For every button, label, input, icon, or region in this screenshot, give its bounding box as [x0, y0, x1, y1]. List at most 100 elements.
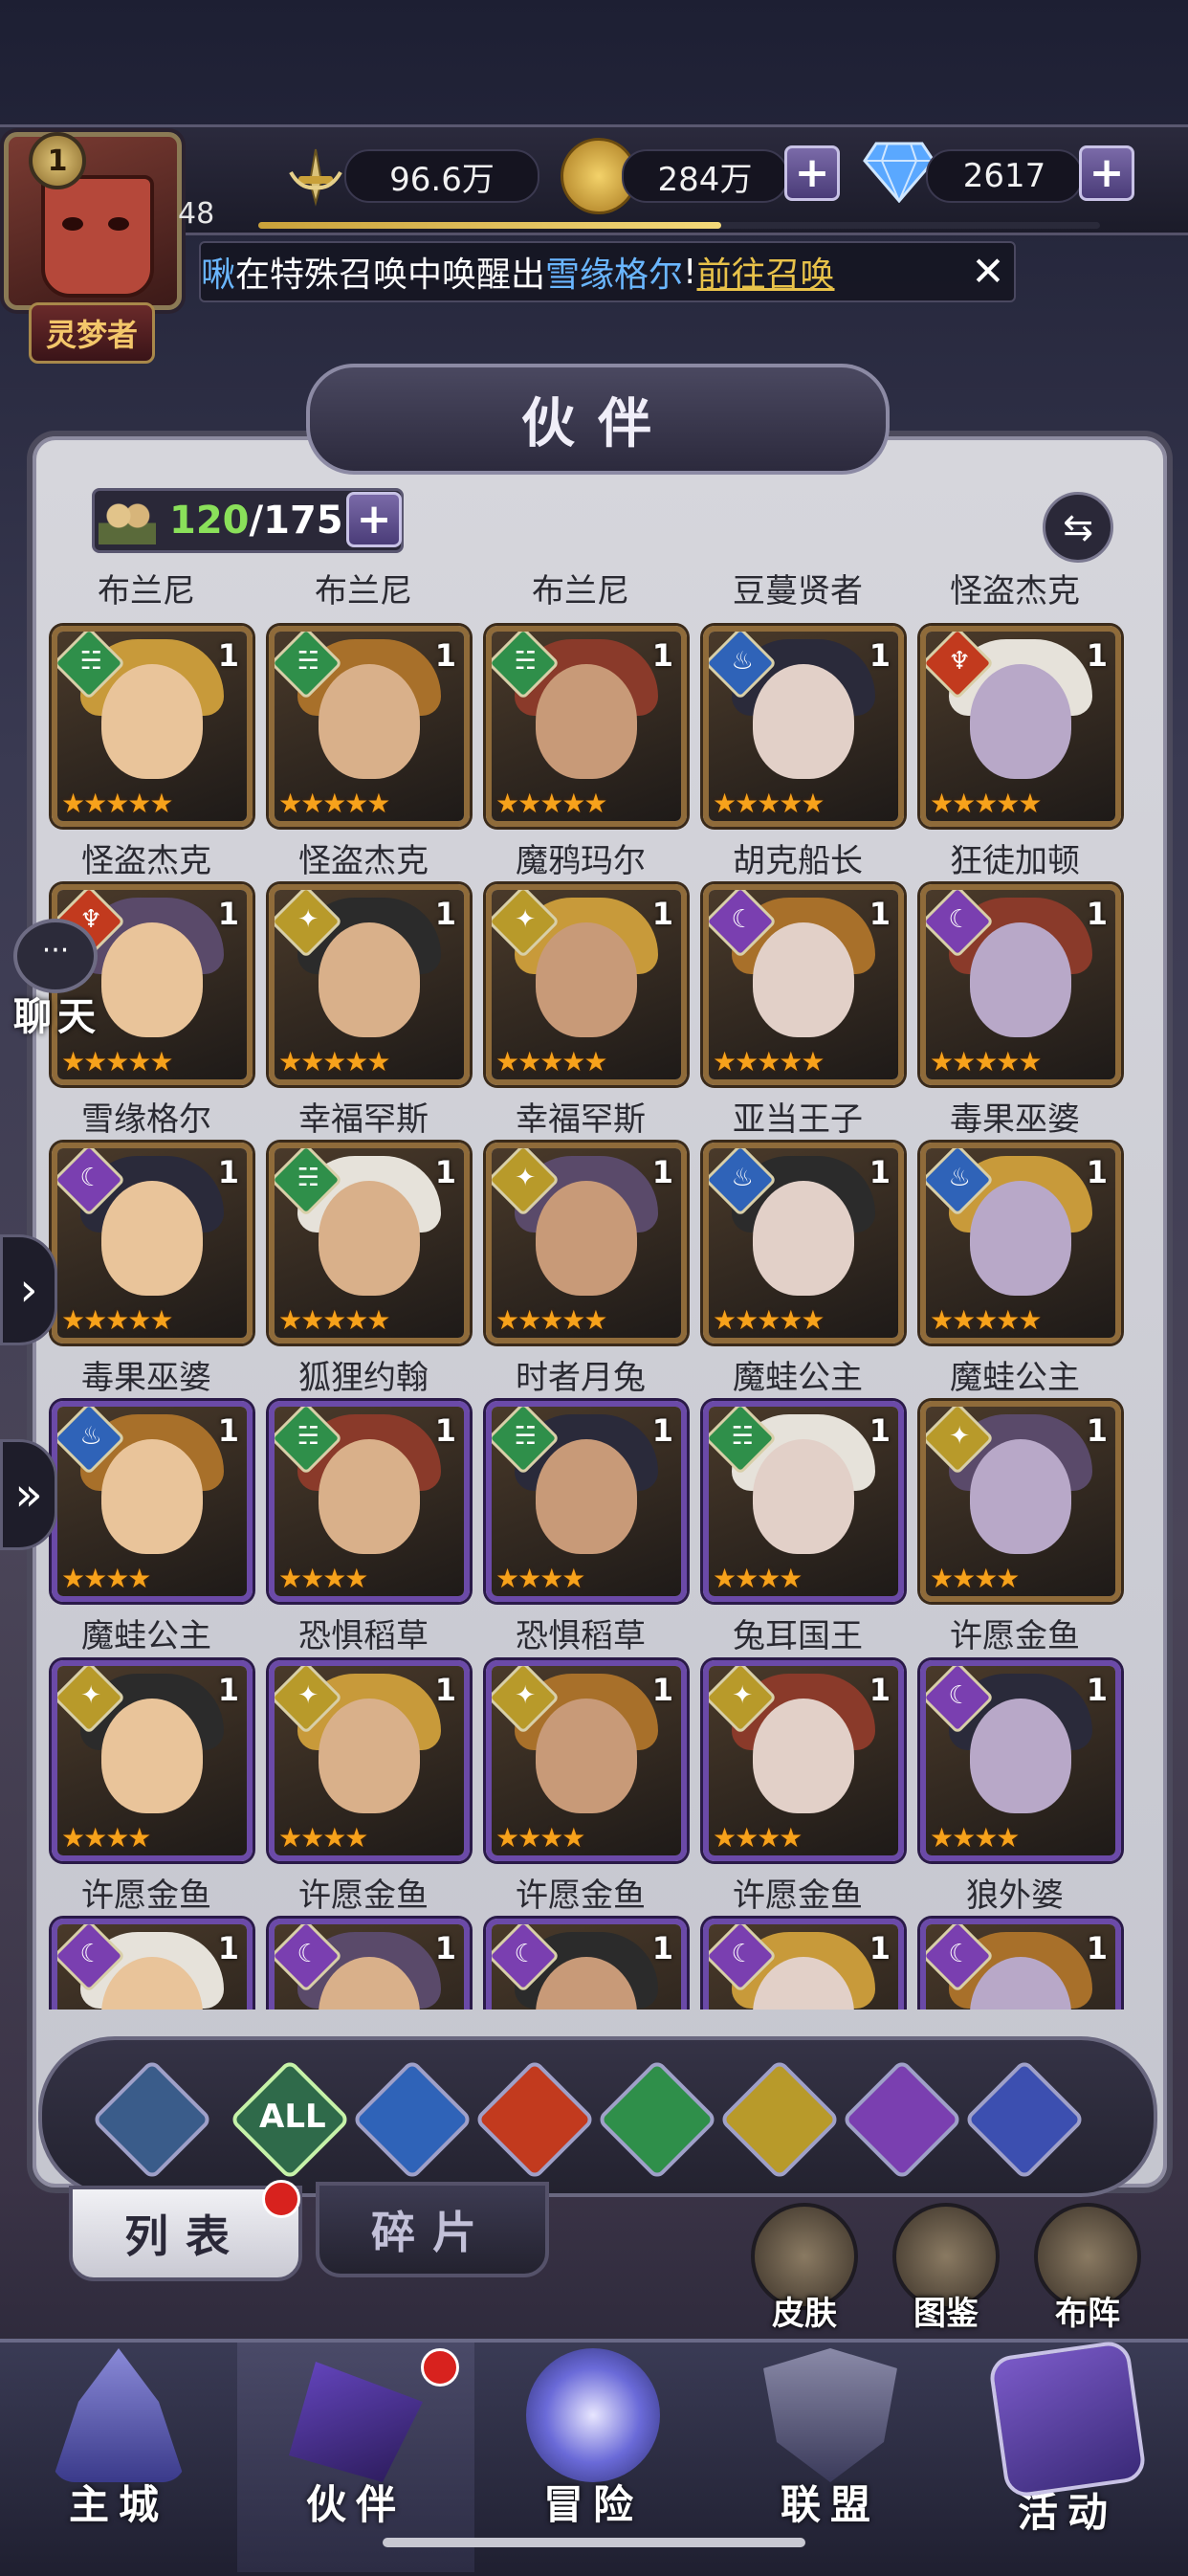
partner-portrait-frame[interactable]: ♨ 1 ★★★★★	[920, 1143, 1121, 1344]
partner-level: 1	[1086, 1929, 1108, 1966]
partner-portrait-frame[interactable]: ✦ 1 ★★★★	[52, 1659, 253, 1861]
partner-portrait-frame[interactable]: ☵ 1 ★★★★	[703, 1401, 904, 1603]
player-title-plaque[interactable]: 灵梦者	[29, 302, 155, 364]
expand-arrow-icon[interactable]: ›	[0, 1234, 57, 1345]
partner-card[interactable]: ☾ 1 ★★★★★ 亚当王子	[697, 884, 904, 1140]
skins-button[interactable]: 皮肤	[744, 2203, 865, 2334]
partner-level: 1	[869, 1154, 891, 1191]
formation-button[interactable]: 布阵	[1027, 2203, 1148, 2334]
partner-stars: ★★★★	[495, 1821, 585, 1854]
partner-card[interactable]: ☾ 1 ★★★★★ 毒果巫婆	[46, 1143, 253, 1398]
partner-card[interactable]: ☾ 1	[480, 1918, 687, 2010]
codex-label: 图鉴	[913, 2295, 979, 2333]
partner-portrait-frame[interactable]: ✦ 1 ★★★★	[920, 1401, 1121, 1603]
partner-card[interactable]: ✦ 1 ★★★★★ 幸福罕斯	[480, 884, 687, 1140]
partner-name-partial: 怪盗杰克	[950, 572, 1080, 611]
partner-card[interactable]: ☾ 1 ★★★★★ 毒果巫婆	[914, 884, 1121, 1140]
partner-stars: ★★★★★	[495, 1046, 608, 1078]
partner-card[interactable]: ☵ 1 ★★★★★ 魔鸦玛尔	[480, 626, 687, 881]
partner-card[interactable]: ☵ 1 ★★★★ 兔耳国王	[697, 1401, 904, 1656]
partner-card[interactable]: ☵ 1 ★★★★ 恐惧稻草	[480, 1401, 687, 1656]
partner-portrait-frame[interactable]: ☵ 1 ★★★★	[486, 1401, 687, 1603]
partner-level: 1	[651, 1154, 673, 1191]
partner-level: 1	[1086, 1154, 1108, 1191]
partner-card[interactable]: ☵ 1 ★★★★★ 怪盗杰克	[263, 626, 470, 881]
partner-card[interactable]: ♨ 1 ★★★★★ 魔蛙公主	[697, 1143, 904, 1398]
gem-icon	[863, 140, 935, 204]
partner-card[interactable]: ☵ 1 ★★★★ 恐惧稻草	[263, 1401, 470, 1656]
adventure-orb-icon	[526, 2348, 660, 2482]
nav-events[interactable]: 活动	[949, 2339, 1186, 2536]
partner-card[interactable]: ♆ 1 ★★★★★ 狂徒加顿	[914, 626, 1121, 881]
partner-stars: ★★★★★	[495, 1304, 608, 1337]
partner-portrait-frame[interactable]: ✦ 1 ★★★★	[269, 1659, 470, 1861]
partner-card[interactable]: ☾ 1	[46, 1918, 253, 2010]
partner-portrait-frame[interactable]: ☾ 1	[703, 1918, 904, 2010]
partner-portrait-frame[interactable]: ☾ 1	[920, 1918, 1121, 2010]
partner-portrait-frame[interactable]: ♨ 1 ★★★★★	[703, 626, 904, 827]
expand-capacity-button[interactable]: +	[346, 492, 402, 547]
double-arrow-icon[interactable]: »	[0, 1439, 57, 1550]
nav-alliance[interactable]: 联盟	[712, 2343, 949, 2534]
partner-portrait-frame[interactable]: ♨ 1 ★★★★	[52, 1401, 253, 1603]
partner-portrait-frame[interactable]: ☾ 1 ★★★★★	[52, 1143, 253, 1344]
partner-portrait-frame[interactable]: ✦ 1 ★★★★	[486, 1659, 687, 1861]
partner-card[interactable]: ✦ 1 ★★★★ 许愿金鱼	[480, 1659, 687, 1916]
summon-notice-banner[interactable]: 啾在特殊召唤中唤醒出 雪缘格尔! 前往召唤	[199, 241, 1016, 302]
partner-level: 1	[869, 637, 891, 674]
partner-portrait-frame[interactable]: ☾ 1	[486, 1918, 687, 2010]
partner-card[interactable]: ☾ 1 ★★★★ 狼外婆	[914, 1659, 1121, 1916]
partner-stars: ★★★★★	[278, 1046, 391, 1078]
partner-portrait-frame[interactable]: ☵ 1 ★★★★★	[486, 626, 687, 827]
partner-card[interactable]: ♨ 1 ★★★★★ 胡克船长	[697, 626, 904, 881]
partner-stars: ★★★★	[61, 1563, 151, 1595]
partner-portrait-frame[interactable]: ☾ 1	[269, 1918, 470, 2010]
nav-adventure[interactable]: 冒险	[474, 2343, 712, 2534]
panel-title-plate: 伙伴	[306, 364, 890, 475]
partner-portrait-frame[interactable]: ✦ 1 ★★★★★	[486, 884, 687, 1086]
sort-swap-button[interactable]: ⇆	[1043, 492, 1113, 563]
partner-portrait-frame[interactable]: ♆ 1 ★★★★★	[920, 626, 1121, 827]
partner-card[interactable]: ✦ 1 ★★★★ 许愿金鱼	[263, 1659, 470, 1916]
partner-card[interactable]: ☾ 1	[914, 1918, 1121, 2010]
partner-portrait-frame[interactable]: ✦ 1 ★★★★★	[486, 1143, 687, 1344]
nav-main-city[interactable]: 主城	[0, 2343, 237, 2534]
partner-portrait-frame[interactable]: ☵ 1 ★★★★★	[269, 1143, 470, 1344]
partner-portrait-frame[interactable]: ☾ 1	[52, 1918, 253, 2010]
add-gems-button[interactable]: +	[1079, 145, 1134, 201]
partner-portrait-frame[interactable]: ☾ 1 ★★★★★	[703, 884, 904, 1086]
partner-portrait-frame[interactable]: ☾ 1 ★★★★★	[920, 884, 1121, 1086]
partner-name: 兔耳国王	[733, 1617, 863, 1656]
partner-card[interactable]: ✦ 1 ★★★★ 许愿金鱼	[46, 1659, 253, 1916]
partner-portrait-frame[interactable]: ☵ 1 ★★★★	[269, 1401, 470, 1603]
partner-portrait-frame[interactable]: ✦ 1 ★★★★	[703, 1659, 904, 1861]
partner-card[interactable]: ☾ 1	[263, 1918, 470, 2010]
partner-card[interactable]: ☵ 1 ★★★★★ 狐狸约翰	[263, 1143, 470, 1398]
partner-level: 1	[434, 1671, 456, 1708]
partner-portrait-frame[interactable]: ✦ 1 ★★★★★	[269, 884, 470, 1086]
partner-stars: ★★★★	[61, 1821, 151, 1854]
partner-stars: ★★★★★	[61, 788, 174, 819]
partner-card[interactable]: ✦ 1 ★★★★ 许愿金鱼	[697, 1659, 904, 1916]
codex-button[interactable]: 图鉴	[886, 2203, 1006, 2334]
partner-portrait-frame[interactable]: ♨ 1 ★★★★★	[703, 1143, 904, 1344]
partner-portrait-frame[interactable]: ☾ 1 ★★★★	[920, 1659, 1121, 1861]
partner-portrait-frame[interactable]: ☵ 1 ★★★★★	[269, 626, 470, 827]
partner-card[interactable]: ☵ 1 ★★★★★ 怪盗杰克	[46, 626, 253, 881]
partner-portrait-frame[interactable]: ☵ 1 ★★★★★	[52, 626, 253, 827]
partner-card[interactable]: ✦ 1 ★★★★ 许愿金鱼	[914, 1401, 1121, 1656]
tab-shards[interactable]: 碎片	[316, 2182, 549, 2277]
notice-close-icon[interactable]: ✕	[964, 247, 1012, 295]
partner-card[interactable]: ♨ 1 ★★★★ 魔蛙公主	[46, 1401, 253, 1656]
notice-go-summon-link[interactable]: 前往召唤	[696, 247, 834, 297]
partner-card[interactable]: ♨ 1 ★★★★★ 魔蛙公主	[914, 1143, 1121, 1398]
add-gold-button[interactable]: +	[784, 145, 840, 201]
partner-level: 1	[869, 1412, 891, 1450]
shield-icon	[763, 2348, 897, 2482]
partner-card[interactable]: ☾ 1	[697, 1918, 904, 2010]
partner-card[interactable]: ✦ 1 ★★★★★ 幸福罕斯	[263, 884, 470, 1140]
chat-bubble-icon[interactable]: ···	[13, 919, 98, 993]
partner-name: 亚当王子	[733, 1100, 863, 1140]
partner-card[interactable]: ✦ 1 ★★★★★ 时者月兔	[480, 1143, 687, 1398]
partner-stars: ★★★★	[713, 1821, 803, 1854]
